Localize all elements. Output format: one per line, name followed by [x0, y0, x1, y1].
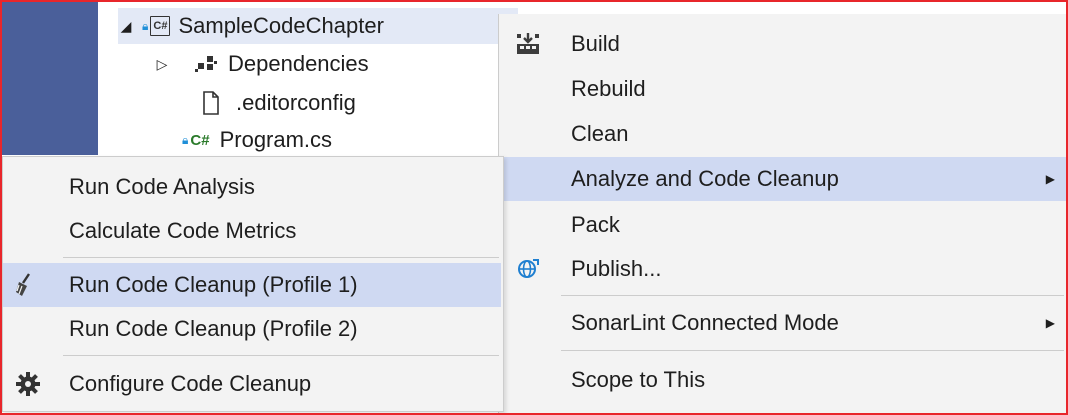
menu-item-clean[interactable]: Clean — [499, 112, 1067, 156]
broom-icon — [11, 268, 45, 302]
submenu-item-run-code-cleanup-profile-1[interactable]: Run Code Cleanup (Profile 1) — [3, 263, 501, 307]
menu-item-pack[interactable]: Pack — [499, 203, 1067, 247]
collapse-triangle-icon[interactable]: ◢ — [118, 18, 134, 35]
tree-item-program-cs[interactable]: 🔒︎ C# Program.cs — [182, 122, 332, 158]
tree-item-label: Dependencies — [228, 51, 369, 76]
menu-separator — [63, 257, 499, 258]
dependencies-icon — [194, 55, 222, 73]
submenu-item-label: Run Code Cleanup (Profile 1) — [69, 272, 358, 297]
gear-icon — [11, 367, 45, 401]
menu-item-publish[interactable]: Publish... — [499, 247, 1067, 291]
menu-separator — [561, 295, 1064, 296]
file-icon — [202, 91, 230, 115]
tree-item-label: .editorconfig — [236, 90, 356, 115]
submenu-item-run-code-analysis[interactable]: Run Code Analysis — [3, 165, 501, 209]
menu-separator — [63, 355, 499, 356]
submenu-item-label: Configure Code Cleanup — [69, 371, 312, 396]
csharp-file-icon: C# — [190, 131, 210, 149]
project-name: SampleCodeChapter — [178, 13, 384, 38]
submenu-item-label: Run Code Cleanup (Profile 2) — [69, 316, 358, 341]
sidebar-strip — [2, 2, 98, 155]
menu-item-label: Scope to This — [571, 367, 706, 392]
menu-item-label: Build — [571, 31, 620, 56]
lock-icon: 🔒︎ — [182, 132, 189, 147]
submenu-arrow-icon: ▶ — [1045, 172, 1055, 186]
submenu-arrow-icon: ▶ — [1045, 316, 1055, 330]
menu-item-label: Rebuild — [571, 76, 646, 101]
lock-icon: 🔒︎ — [142, 18, 149, 33]
tree-item-dependencies[interactable]: ▷ Dependencies — [154, 46, 369, 82]
menu-item-analyze-and-code-cleanup[interactable]: Analyze and Code Cleanup ▶ — [499, 157, 1067, 201]
submenu-item-label: Calculate Code Metrics — [69, 218, 297, 243]
menu-item-build[interactable]: Build — [499, 22, 1067, 66]
project-context-menu: Build Rebuild Clean Analyze and Code Cle… — [498, 14, 1067, 413]
solution-explorer: ◢ 🔒︎ C# SampleCodeChapter ▷ Dependencies… — [98, 2, 518, 158]
menu-item-label: Pack — [571, 212, 620, 237]
submenu-item-label: Run Code Analysis — [69, 174, 255, 199]
menu-item-label: Analyze and Code Cleanup — [571, 166, 839, 191]
menu-item-rebuild[interactable]: Rebuild — [499, 67, 1067, 111]
menu-item-scope-to-this[interactable]: Scope to This — [499, 358, 1067, 402]
menu-separator — [561, 350, 1064, 351]
menu-item-label: Publish... — [571, 256, 662, 281]
menu-item-label: Clean — [571, 121, 629, 146]
build-icon — [513, 29, 543, 59]
tree-item-label: Program.cs — [219, 127, 333, 152]
menu-item-sonarlint-connected-mode[interactable]: SonarLint Connected Mode ▶ — [499, 301, 1067, 345]
tree-item-project[interactable]: ◢ 🔒︎ C# SampleCodeChapter — [118, 8, 518, 44]
tree-item-editorconfig[interactable]: .editorconfig — [202, 85, 356, 121]
submenu-item-run-code-cleanup-profile-2[interactable]: Run Code Cleanup (Profile 2) — [3, 307, 501, 351]
menu-item-label: SonarLint Connected Mode — [571, 310, 839, 335]
csharp-project-icon: C# — [150, 16, 171, 36]
submenu-item-configure-code-cleanup[interactable]: Configure Code Cleanup — [3, 362, 501, 406]
submenu-item-calculate-code-metrics[interactable]: Calculate Code Metrics — [3, 209, 501, 253]
expand-triangle-icon[interactable]: ▷ — [154, 56, 170, 73]
analyze-submenu: Run Code Analysis Calculate Code Metrics… — [2, 156, 504, 412]
publish-globe-icon — [513, 254, 543, 284]
